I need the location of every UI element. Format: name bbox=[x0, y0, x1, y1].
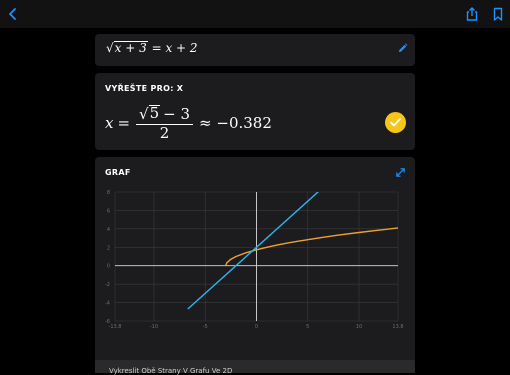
graph-card: GRAF -13.8 -10 -5 0 5 10 13.8 -6 -4 -2 0 2 4 6 8 bbox=[95, 157, 415, 373]
x-tick-label: 0 bbox=[255, 324, 258, 330]
y-tick-label: 6 bbox=[107, 208, 110, 214]
bookmark-icon[interactable] bbox=[490, 6, 506, 22]
fraction-numerator: √ 5 − 3 bbox=[136, 103, 194, 125]
x-tick-label: 13.8 bbox=[392, 324, 403, 330]
x-tick-label: -10 bbox=[150, 324, 158, 330]
x-tick-label: -5 bbox=[203, 324, 208, 330]
approx-value: ≈ −0.382 bbox=[199, 114, 272, 132]
solve-title: VYŘEŠTE PRO: X bbox=[105, 84, 184, 93]
equation-card[interactable]: √ x + 3 = x + 2 bbox=[95, 34, 415, 66]
x-tick-label: 10 bbox=[356, 324, 362, 330]
numerator-rest: − 3 bbox=[163, 104, 191, 123]
solution-variable: x bbox=[105, 114, 114, 132]
y-tick-label: 0 bbox=[107, 264, 110, 270]
checkmark-icon bbox=[390, 118, 401, 127]
x-tick-label: 5 bbox=[306, 324, 309, 330]
numerator-radicand: 5 bbox=[148, 103, 161, 122]
y-tick-label: 4 bbox=[107, 227, 110, 233]
verified-badge bbox=[385, 112, 406, 133]
share-icon[interactable] bbox=[464, 6, 480, 22]
equation-input[interactable]: √ x + 3 = x + 2 bbox=[106, 41, 198, 55]
y-tick-label: 8 bbox=[107, 190, 110, 196]
numerator-sqrt: √ 5 bbox=[139, 103, 161, 124]
y-tick-label: -6 bbox=[105, 319, 110, 325]
top-bar bbox=[0, 0, 510, 28]
radicand: x + 3 bbox=[113, 41, 148, 55]
function-graph[interactable]: -13.8 -10 -5 0 5 10 13.8 -6 -4 -2 0 2 4 6 8 bbox=[95, 157, 415, 373]
x-tick-label: -13.8 bbox=[109, 324, 122, 330]
solution-fraction: √ 5 − 3 2 bbox=[136, 103, 194, 142]
fraction-denominator: 2 bbox=[159, 123, 170, 142]
radical-sign: √ bbox=[139, 104, 149, 123]
equation-rhs: = x + 2 bbox=[151, 41, 198, 55]
y-tick-label: -4 bbox=[105, 301, 110, 307]
graph-caption-bar[interactable]: Vykreslit Obě Strany V Grafu Ve 2D bbox=[95, 360, 415, 375]
chevron-left-icon[interactable] bbox=[5, 6, 21, 22]
y-tick-label: 2 bbox=[107, 245, 110, 251]
solution-expression: x = √ 5 − 3 2 ≈ −0.382 bbox=[105, 103, 276, 143]
equals-sign: = bbox=[117, 114, 131, 132]
graph-caption: Vykreslit Obě Strany V Grafu Ve 2D bbox=[109, 367, 233, 375]
y-tick-label: -2 bbox=[105, 282, 110, 288]
pencil-icon[interactable] bbox=[397, 43, 408, 54]
sqrt-expression: √ x + 3 bbox=[106, 41, 148, 55]
radical-sign: √ bbox=[106, 41, 114, 55]
solution-card: VYŘEŠTE PRO: X x = √ 5 − 3 2 ≈ −0.382 bbox=[95, 73, 415, 150]
